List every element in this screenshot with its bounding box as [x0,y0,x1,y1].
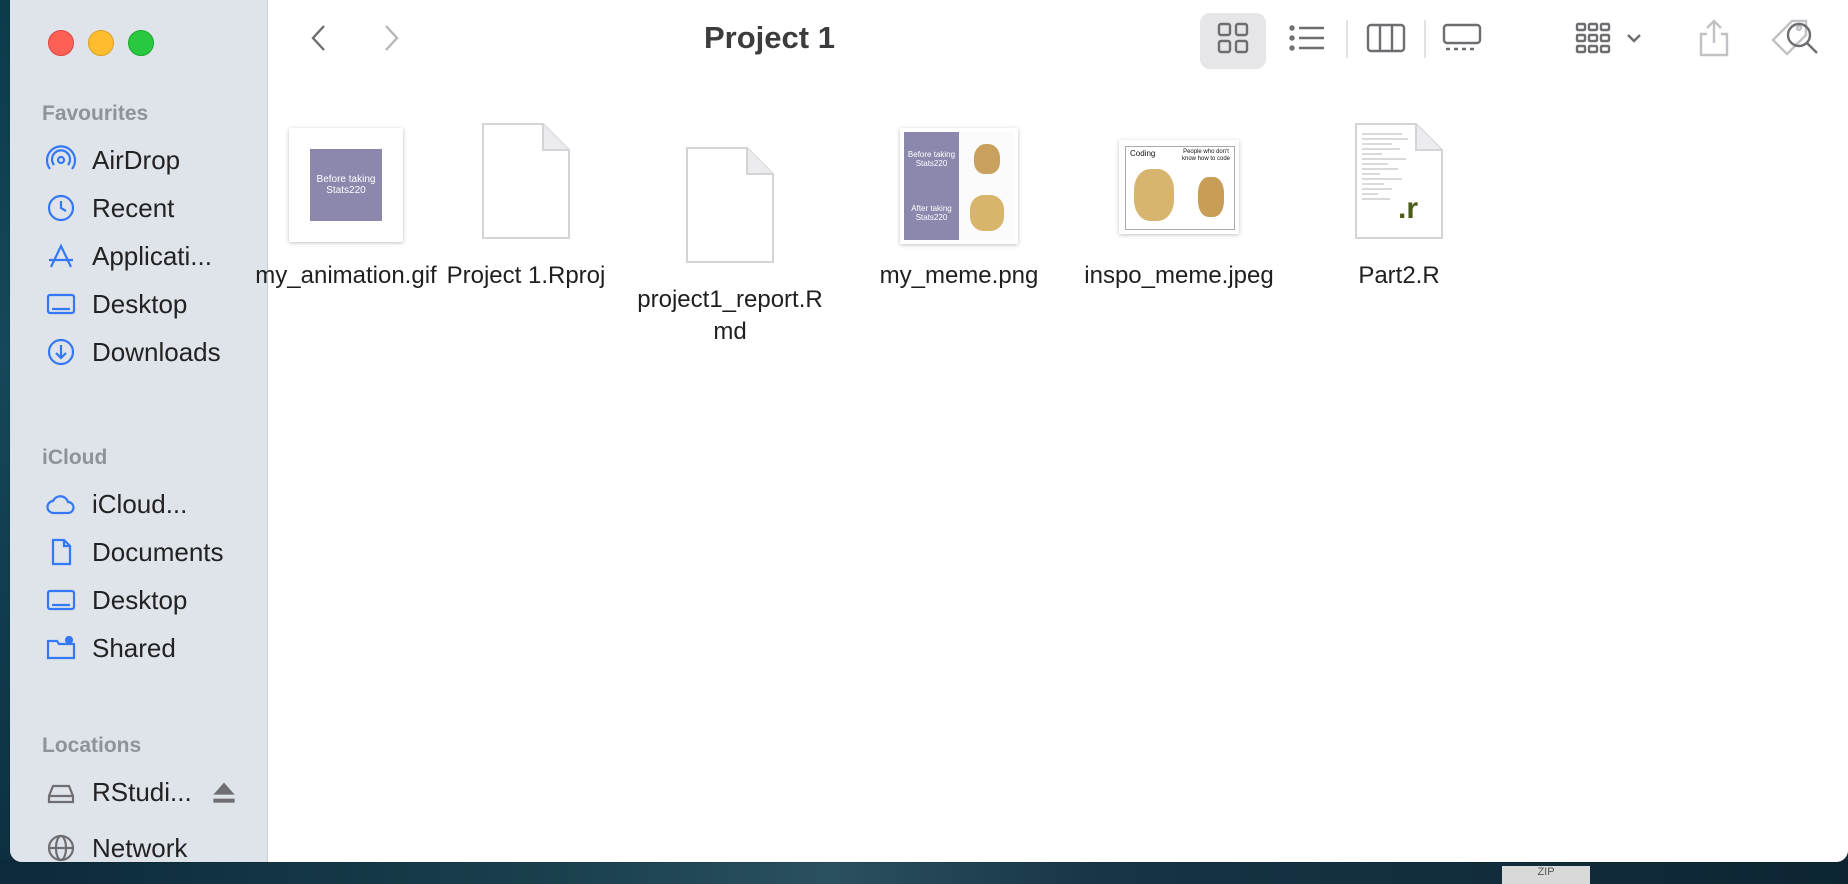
search-icon [1784,20,1820,61]
meme-panel-text: After taking Stats220 [904,186,959,240]
file-item-inspo-meme[interactable]: Coding People who don't know how to code… [1074,108,1284,292]
file-name: project1_report.R md [625,284,835,348]
window-title: Project 1 [704,20,835,55]
sidebar-section-locations: Locations [42,734,142,757]
finder-window: Favourites AirDrop Recent Applicati... D… [10,0,1848,862]
group-button[interactable] [1574,18,1646,62]
sidebar-item-airdrop[interactable]: AirDrop [44,138,180,182]
small-dog-image [959,132,1014,186]
r-script-thumbnail: .r [1294,108,1504,239]
column-view-icon [1366,22,1406,59]
file-name-line: md [713,318,747,345]
meme-panel-text: Before taking Stats220 [904,132,959,186]
network-icon [44,832,78,862]
sidebar-item-label: Downloads [92,336,221,367]
sidebar-item-label: Recent [92,192,175,223]
sidebar-item-network[interactable]: Network [44,826,187,862]
file-name: my_meme.png [879,262,1039,289]
gallery-view-button[interactable] [1440,18,1484,62]
applications-icon [44,240,78,272]
sidebar: Favourites AirDrop Recent Applicati... D… [10,0,268,862]
icon-view-button[interactable] [1212,18,1254,62]
close-window-button[interactable] [48,30,74,56]
sidebar-item-icloud-desktop[interactable]: Desktop [44,578,187,622]
column-view-button[interactable] [1364,18,1408,62]
buff-dog-image [1134,169,1174,221]
sidebar-item-rstudio-disk[interactable]: RStudi... [44,770,240,814]
icon-view-icon [1216,21,1250,60]
document-icon [44,536,78,568]
sidebar-item-shared[interactable]: Shared [44,626,176,670]
sidebar-item-label: Applicati... [92,240,212,271]
sidebar-item-label: iCloud... [92,488,188,519]
sidebar-item-label: Shared [92,632,176,663]
buff-dog-image [959,186,1014,240]
file-name: Part2.R [1358,262,1440,289]
airdrop-icon [44,144,78,176]
r-badge: .r [1398,192,1419,225]
image-thumbnail: Coding People who don't know how to code [1074,108,1284,238]
meme-caption-left: Coding [1130,149,1156,158]
document-thumbnail [421,108,631,239]
chevron-left-icon [307,22,331,59]
toolbar-divider [1346,20,1348,58]
list-view-icon [1288,23,1326,58]
desktop-icon [44,584,78,616]
gallery-view-icon [1442,22,1482,59]
thumbnail-caption: Before taking Stats220 [310,149,382,221]
toolbar-divider [1424,20,1426,58]
desktop-icon [44,288,78,320]
sidebar-item-label: Desktop [92,288,188,319]
download-icon [44,336,78,368]
sidebar-section-favourites: Favourites [42,102,149,125]
main-content: Project 1 Before taking Stats220 my_anim… [255,0,1848,862]
gif-thumbnail: Before taking Stats220 [241,108,451,242]
file-item-part2-r[interactable]: .r Part2.R [1294,108,1504,292]
sidebar-item-label: Documents [92,536,224,567]
chevron-right-icon [379,22,403,59]
sidebar-item-desktop[interactable]: Desktop [44,282,187,326]
sidebar-section-icloud: iCloud [42,446,108,469]
sidebar-item-applications[interactable]: Applicati... [44,234,212,278]
sidebar-item-label: AirDrop [92,144,181,175]
share-icon [1697,18,1731,63]
shared-folder-icon [44,632,78,664]
meme-caption-right: People who don't know how to code [1181,149,1231,162]
file-item-project-rproj[interactable]: Project 1.Rproj [421,108,631,292]
sidebar-item-icloud-drive[interactable]: iCloud... [44,482,187,526]
sidebar-item-downloads[interactable]: Downloads [44,330,221,374]
file-item-my-meme[interactable]: Before taking Stats220 After taking Stat… [854,108,1064,292]
group-icon [1575,21,1645,60]
desktop-zip-file[interactable]: ZIP [1502,866,1590,884]
file-name: inspo_meme.jpeg [1084,262,1274,289]
image-thumbnail: Before taking Stats220 After taking Stat… [854,108,1064,244]
blank-document-icon [482,123,570,239]
eject-icon[interactable] [208,776,240,808]
share-button[interactable] [1694,18,1734,62]
forward-button[interactable] [376,18,406,62]
minimize-window-button[interactable] [88,30,114,56]
cloud-icon [44,488,78,520]
zoom-window-button[interactable] [128,30,154,56]
search-toolbar-button[interactable] [1782,18,1822,62]
small-dog-image [1198,177,1224,217]
sidebar-item-documents[interactable]: Documents [44,530,224,574]
sidebar-item-label: Network [92,832,188,863]
sidebar-item-label: RStudi... [92,776,192,807]
sidebar-item-recent[interactable]: Recent [44,186,174,230]
clock-icon [44,192,78,224]
file-name: Project 1.Rproj [446,262,606,289]
sidebar-item-label: Desktop [92,584,188,615]
list-view-button[interactable] [1286,18,1328,62]
file-item-my-animation[interactable]: Before taking Stats220 my_animation.gif [241,108,451,292]
document-thumbnail [625,108,835,263]
file-item-project1-report[interactable]: project1_report.R md [625,108,835,348]
file-name: my_animation.gif [255,262,437,289]
blank-document-icon [686,147,774,263]
file-name-line: project1_report.R [637,286,823,313]
disk-icon [44,776,78,808]
back-button[interactable] [304,18,334,62]
